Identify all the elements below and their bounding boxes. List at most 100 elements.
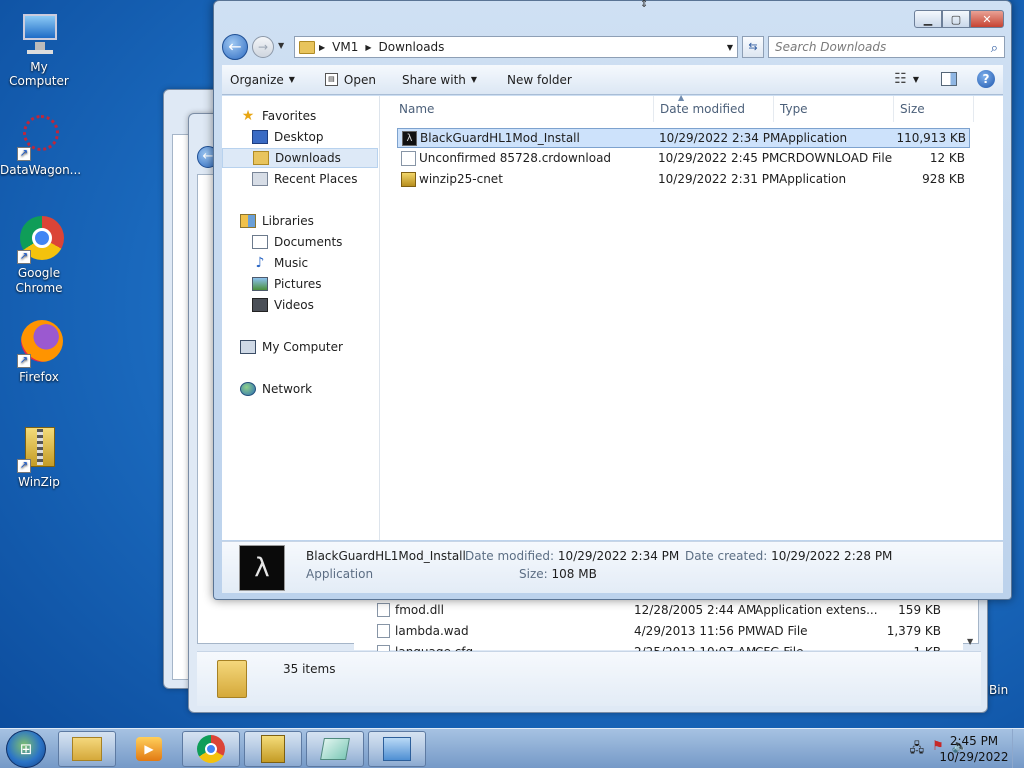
nav-network[interactable]: Network — [222, 379, 378, 399]
navigation-bar: ← → ▼ ▶ VM1 ▶ Downloads ▼ ⇆ Search Downl… — [222, 33, 1005, 61]
address-bar[interactable]: ▶ VM1 ▶ Downloads ▼ — [294, 36, 738, 58]
libraries-icon — [240, 214, 256, 228]
column-header-date-modified[interactable]: Date modified — [654, 96, 774, 122]
network-icon — [240, 382, 256, 396]
file-list: ▲ Name Date modified Type Size λ BlackGu… — [381, 93, 1003, 540]
chevron-down-icon[interactable]: ▼ — [913, 75, 919, 84]
file-name: winzip25-cnet — [419, 172, 503, 186]
column-header-name[interactable]: Name — [381, 96, 654, 122]
desktop-icon-winzip[interactable]: ↗ WinZip — [0, 425, 78, 489]
search-input[interactable]: Search Downloads ⌕ — [768, 36, 1005, 58]
system-clock[interactable]: 2:45 PM 10/29/2022 — [932, 733, 1016, 765]
nav-label: Videos — [274, 298, 314, 312]
start-button[interactable]: ⊞ — [6, 730, 46, 768]
recent-pages-dropdown[interactable]: ▼ — [278, 41, 284, 50]
breadcrumb-vm1[interactable]: VM1 — [332, 40, 358, 54]
back-button[interactable]: ← — [222, 34, 248, 60]
nav-desktop[interactable]: Desktop — [222, 127, 378, 147]
recycle-bin-label[interactable]: Bin — [989, 683, 1008, 697]
search-icon[interactable]: ⌕ — [991, 39, 998, 59]
details-file-type: Application — [306, 567, 374, 581]
breadcrumb-separator-icon[interactable]: ▶ — [319, 43, 325, 52]
nav-pictures[interactable]: Pictures — [222, 274, 378, 294]
desktop-icon-google-chrome[interactable]: ↗ Google Chrome — [0, 216, 78, 296]
refresh-button[interactable]: ⇆ — [742, 36, 764, 58]
preview-pane-icon[interactable] — [941, 72, 957, 86]
show-desktop-button[interactable] — [1012, 729, 1024, 768]
details-label: Size: — [519, 567, 548, 581]
minimize-button[interactable]: ▁ — [914, 10, 942, 28]
desktop-icon-firefox[interactable]: ↗ Firefox — [0, 320, 78, 384]
nav-label: Recent Places — [274, 172, 358, 186]
documents-icon — [252, 235, 268, 249]
music-note-icon: ♪ — [255, 255, 265, 271]
nav-favorites[interactable]: ★ Favorites — [222, 106, 378, 126]
scrollbar-down-arrow[interactable]: ▼ — [967, 637, 973, 646]
search-placeholder: Search Downloads — [775, 40, 887, 54]
winzip-icon: ↗ — [15, 425, 63, 473]
column-header-size[interactable]: Size — [894, 96, 974, 122]
breadcrumb-downloads[interactable]: Downloads — [379, 40, 445, 54]
windows-logo-icon: ⊞ — [19, 740, 33, 758]
desktop-icon — [252, 130, 268, 144]
change-view-icon[interactable]: ☷ — [894, 71, 907, 87]
table-row[interactable]: Unconfirmed 85728.crdownload 10/29/2022 … — [397, 149, 970, 169]
videos-icon — [252, 298, 268, 312]
help-icon[interactable]: ? — [977, 70, 995, 88]
share-with-button[interactable]: Share with ▼ — [402, 73, 477, 87]
taskbar-media-player[interactable]: ▶ — [120, 731, 178, 767]
refresh-icon: ⇆ — [748, 40, 758, 53]
command-bar: Organize ▼ ▤ Open Share with ▼ New folder ☷… — [222, 65, 1003, 95]
chevron-down-icon: ▼ — [470, 75, 478, 84]
forward-arrow-icon: → — [257, 40, 269, 54]
address-dropdown-icon[interactable]: ▼ — [727, 43, 733, 52]
table-row[interactable]: winzip25-cnet 10/29/2022 2:31 PM Applica… — [397, 170, 970, 190]
folder-icon — [72, 737, 102, 761]
back-arrow-icon: ← — [228, 37, 242, 56]
nav-videos[interactable]: Videos — [222, 295, 378, 315]
file-date: 4/29/2013 11:56 PM — [634, 624, 756, 638]
new-folder-button[interactable]: New folder — [507, 73, 572, 87]
forward-button[interactable]: → — [252, 36, 274, 58]
nav-recent-places[interactable]: Recent Places — [222, 169, 378, 189]
file-date: 10/29/2022 2:34 PM — [659, 131, 781, 145]
desktop-icon-my-computer[interactable]: My Computer — [0, 10, 78, 88]
clock-time: 2:45 PM — [949, 734, 999, 748]
maximize-button[interactable]: ▢ — [942, 10, 970, 28]
close-button[interactable]: ✕ — [970, 10, 1004, 28]
breadcrumb-separator-icon[interactable]: ▶ — [365, 43, 371, 52]
taskbar-explorer[interactable] — [58, 731, 116, 767]
details-size: Size: 108 MB — [519, 567, 597, 581]
dll-file-icon — [377, 603, 390, 617]
explorer-window[interactable]: ⇕ ▁ ▢ ✕ ← → ▼ ▶ VM1 ▶ Downloads ▼ ⇆ Sear… — [213, 0, 1012, 600]
command-bar-right: ☷ ▼ ? — [882, 70, 995, 88]
nav-label: Documents — [274, 235, 343, 249]
clock-date: 10/29/2022 — [939, 750, 1009, 764]
taskbar-winzip[interactable] — [244, 731, 302, 767]
taskbar-control-panel[interactable] — [368, 731, 426, 767]
details-date-modified: Date modified: 10/29/2022 2:34 PM — [465, 549, 679, 563]
close-icon: ✕ — [982, 12, 992, 26]
recent-places-icon — [252, 172, 268, 186]
desktop-icon-label: WinZip — [18, 475, 60, 489]
network-status-icon[interactable]: 🖧 — [910, 739, 925, 761]
column-header-type[interactable]: Type — [774, 96, 894, 122]
desktop-icon-datawagon[interactable]: ↗ DataWagon... — [0, 113, 81, 177]
taskbar-chrome[interactable] — [182, 731, 240, 767]
desktop-icon-label: My Computer — [9, 60, 69, 88]
details-date-created: Date created: 10/29/2022 2:28 PM — [685, 549, 892, 563]
nav-music[interactable]: ♪ Music — [222, 253, 378, 273]
taskbar-notepad[interactable] — [306, 731, 364, 767]
open-button[interactable]: ▤ Open — [324, 73, 376, 87]
nav-documents[interactable]: Documents — [222, 232, 378, 252]
half-life-lambda-icon: λ — [239, 545, 285, 591]
list-item[interactable]: fmod.dll 12/28/2005 2:44 AM Application … — [377, 601, 947, 621]
nav-libraries[interactable]: Libraries — [222, 211, 378, 231]
list-item[interactable]: lambda.wad 4/29/2013 11:56 PM WAD File 1… — [377, 622, 947, 642]
organize-button[interactable]: Organize ▼ — [230, 73, 295, 87]
table-row[interactable]: λ BlackGuardHL1Mod_Install 10/29/2022 2:… — [397, 128, 970, 148]
nav-downloads[interactable]: Downloads — [222, 148, 378, 168]
blank-file-icon — [401, 151, 416, 166]
nav-my-computer[interactable]: My Computer — [222, 337, 378, 357]
nav-label: Downloads — [275, 151, 341, 165]
